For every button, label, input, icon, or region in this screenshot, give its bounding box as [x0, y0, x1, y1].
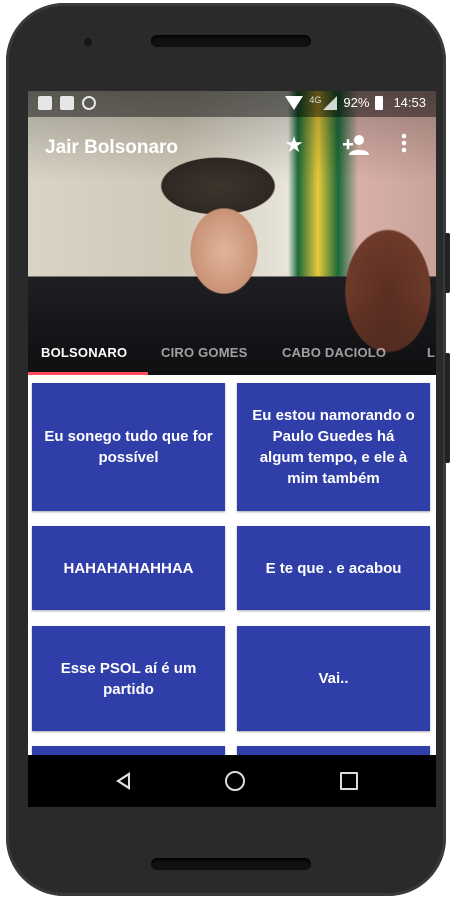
tab-cabo-daciolo[interactable]: CABO DACIOLO [282, 345, 386, 360]
status-bar: 4G 92% 14:53 [28, 91, 436, 117]
bottom-speaker [151, 858, 311, 870]
card-label: Eu sonego tudo que for possível [44, 428, 213, 466]
signal-icon [323, 95, 338, 110]
front-camera [84, 38, 92, 46]
notification-icon [38, 96, 52, 110]
volume-button [445, 233, 450, 293]
sound-card[interactable]: Vai.. [237, 626, 430, 731]
tab-indicator [28, 372, 148, 375]
tab-ciro-gomes[interactable]: CIRO GOMES [161, 345, 248, 360]
sound-card[interactable]: HAHAHAHAHHAA [32, 526, 225, 610]
sound-card[interactable]: Esse PSOL aí é um partido [32, 626, 225, 731]
card-label: HAHAHAHAHHAA [63, 559, 194, 577]
sound-card[interactable]: Eu estou namorando o Paulo Guedes há alg… [237, 383, 430, 511]
more-vert-icon[interactable] [396, 133, 412, 158]
sync-icon [82, 96, 96, 110]
clock: 14:53 [393, 95, 426, 110]
recent-apps-icon[interactable] [340, 772, 358, 790]
card-label: Vai.. [318, 670, 349, 687]
screen: 4G 92% 14:53 Jair Bolsonaro ★ BOLSONARO … [28, 91, 436, 807]
home-icon[interactable] [225, 771, 245, 791]
navigation-bar [28, 755, 436, 807]
phone-frame: 4G 92% 14:53 Jair Bolsonaro ★ BOLSONARO … [6, 3, 450, 896]
add-person-icon[interactable] [342, 133, 370, 162]
sound-card[interactable]: E te que . e acabou [237, 526, 430, 610]
star-icon[interactable]: ★ [280, 133, 308, 157]
top-speaker [151, 35, 311, 47]
page-title: Jair Bolsonaro [45, 137, 179, 158]
tab-bar: BOLSONARO CIRO GOMES CABO DACIOLO L [28, 331, 436, 375]
sound-grid: Eu sonego tudo que for possível Eu estou… [28, 375, 436, 807]
battery-icon [375, 95, 384, 110]
network-type: 4G [309, 94, 322, 105]
back-icon[interactable] [114, 772, 130, 790]
card-label: Eu estou namorando o Paulo Guedes há alg… [252, 407, 415, 487]
card-label: E te que . e acabou [265, 559, 402, 577]
card-label: Esse PSOL aí é um partido [60, 659, 197, 698]
image-icon [60, 96, 74, 110]
battery-percent: 92% [343, 95, 370, 110]
toolbar: Jair Bolsonaro ★ [28, 117, 436, 173]
wifi-icon [285, 95, 304, 110]
tab-bolsonaro[interactable]: BOLSONARO [41, 345, 127, 360]
power-button [445, 353, 450, 463]
tab-partial[interactable]: L [427, 345, 435, 360]
sound-card[interactable]: Eu sonego tudo que for possível [32, 383, 225, 511]
